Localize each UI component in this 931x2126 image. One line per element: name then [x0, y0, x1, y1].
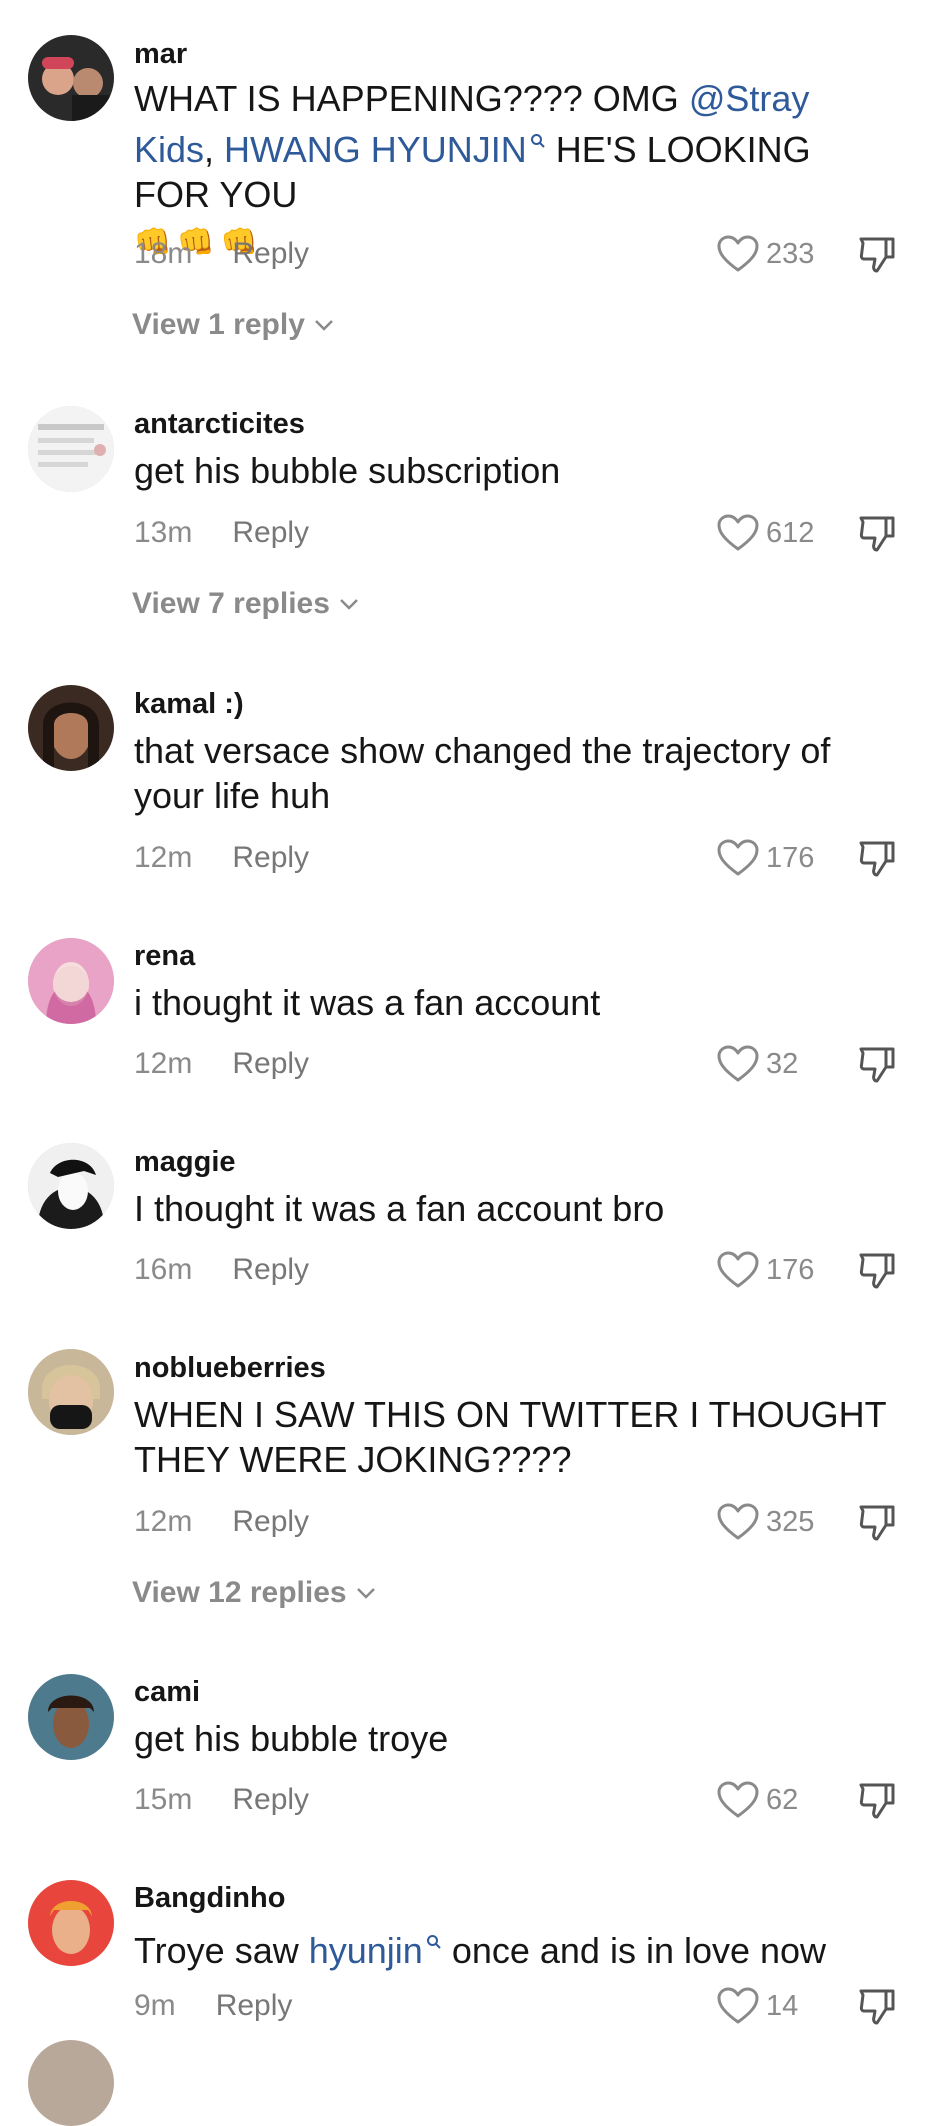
avatar[interactable]	[28, 685, 114, 771]
avatar[interactable]	[28, 1349, 114, 1435]
like-count: 612	[766, 516, 815, 549]
comment-meta: 13m Reply	[134, 513, 309, 553]
reply-button[interactable]: Reply	[216, 1989, 293, 2023]
text-segment: WHAT IS HAPPENING???? OMG	[134, 78, 689, 119]
like-button[interactable]: 233	[716, 234, 814, 274]
comment-time: 16m	[134, 1253, 193, 1286]
comment-username[interactable]: kamal :)	[134, 688, 244, 721]
comment-text: i thought it was a fan account	[134, 982, 601, 1023]
avatar[interactable]	[28, 1880, 114, 1966]
thumbs-down-outline-icon[interactable]	[856, 512, 898, 554]
heart-outline-icon	[717, 839, 759, 876]
comment-username[interactable]: rena	[134, 940, 195, 973]
comment-meta: 12m Reply	[134, 838, 309, 878]
view-replies-button[interactable]: View 1 reply	[132, 308, 335, 342]
search-icon[interactable]	[530, 133, 546, 153]
like-button[interactable]: 176	[716, 1250, 814, 1290]
like-count: 325	[766, 1505, 815, 1538]
comment-text: that versace show changed the trajectory…	[134, 730, 831, 816]
chevron-down-icon	[315, 320, 333, 331]
like-count: 62	[766, 1783, 799, 1816]
like-count: 176	[766, 841, 815, 874]
comment-meta: 15m Reply	[134, 1780, 309, 1820]
view-replies-button[interactable]: View 7 replies	[132, 587, 360, 621]
text-segment: once and is in love now	[441, 1930, 827, 1971]
thumbs-down-outline-icon[interactable]	[856, 233, 898, 275]
like-button[interactable]: 14	[716, 1986, 798, 2026]
heart-outline-icon	[717, 514, 759, 551]
text-segment: ,	[204, 129, 225, 170]
comment-text: Troye saw hyunjin once and is in love no…	[134, 1922, 894, 1973]
heart-outline-icon	[717, 1503, 759, 1540]
hashtag-link[interactable]: HWANG HYUNJIN	[224, 129, 527, 170]
like-button[interactable]: 32	[716, 1044, 798, 1084]
reply-button[interactable]: Reply	[232, 1783, 309, 1817]
view-replies-label: View 1 reply	[132, 308, 305, 341]
comment-username[interactable]: antarcticites	[134, 408, 305, 441]
reply-button[interactable]: Reply	[232, 1047, 309, 1081]
hashtag-link[interactable]: hyunjin	[309, 1930, 423, 1971]
comment-time: 12m	[134, 841, 193, 874]
comment-time: 13m	[134, 516, 193, 549]
like-count: 32	[766, 1047, 799, 1080]
comment-meta: 16m Reply	[134, 1250, 309, 1290]
reply-button[interactable]: Reply	[232, 1253, 309, 1287]
avatar[interactable]	[28, 406, 114, 492]
text-segment: Troye saw	[134, 1930, 309, 1971]
comment-time: 15m	[134, 1783, 193, 1816]
view-replies-label: View 12 replies	[132, 1576, 347, 1609]
heart-outline-icon	[717, 235, 759, 272]
view-replies-button[interactable]: View 12 replies	[132, 1576, 377, 1610]
comment-time: 12m	[134, 1047, 193, 1080]
comment-text: get his bubble troye	[134, 1718, 449, 1759]
like-button[interactable]: 325	[716, 1502, 814, 1542]
chevron-down-icon	[356, 1588, 375, 1599]
avatar[interactable]	[28, 1143, 114, 1229]
avatar[interactable]	[28, 2040, 114, 2126]
thumbs-down-outline-icon[interactable]	[856, 1043, 898, 1085]
avatar[interactable]	[28, 1674, 114, 1760]
comment-meta: 12m Reply	[134, 1502, 309, 1542]
search-icon[interactable]	[426, 1934, 442, 1954]
comment-time: 9m	[134, 1989, 176, 2022]
thumbs-down-outline-icon[interactable]	[856, 837, 898, 879]
thumbs-down-outline-icon[interactable]	[856, 1985, 898, 2027]
heart-outline-icon	[717, 1781, 759, 1818]
like-button[interactable]: 62	[716, 1780, 798, 1820]
chevron-down-icon	[340, 599, 358, 610]
reply-button[interactable]: Reply	[232, 841, 309, 875]
comment-time: 18m	[134, 237, 193, 270]
thumbs-down-outline-icon[interactable]	[856, 1249, 898, 1291]
like-button[interactable]: 612	[716, 513, 814, 553]
like-count: 176	[766, 1253, 815, 1286]
comment-meta: 9m Reply	[134, 1986, 292, 2026]
comment-meta: 12m Reply	[134, 1044, 309, 1084]
like-count: 233	[766, 237, 815, 270]
reply-button[interactable]: Reply	[232, 516, 309, 550]
comment-text: WHEN I SAW THIS ON TWITTER I THOUGHT THE…	[134, 1394, 887, 1480]
comment-meta: 18m Reply	[134, 234, 309, 274]
heart-outline-icon	[717, 1045, 759, 1082]
reply-button[interactable]: Reply	[232, 1505, 309, 1539]
comment-text: get his bubble subscription	[134, 450, 561, 491]
view-replies-label: View 7 replies	[132, 587, 330, 620]
reply-button[interactable]: Reply	[232, 237, 309, 271]
comment-username[interactable]: Bangdinho	[134, 1882, 285, 1915]
heart-outline-icon	[717, 1251, 759, 1288]
thumbs-down-outline-icon[interactable]	[856, 1501, 898, 1543]
heart-outline-icon	[717, 1987, 759, 2024]
comment-username[interactable]: mar	[134, 38, 187, 71]
avatar[interactable]	[28, 35, 114, 121]
like-count: 14	[766, 1989, 799, 2022]
comment-username[interactable]: noblueberries	[134, 1352, 326, 1385]
comment-username[interactable]: cami	[134, 1676, 200, 1709]
avatar[interactable]	[28, 938, 114, 1024]
like-button[interactable]: 176	[716, 838, 814, 878]
comment-time: 12m	[134, 1505, 193, 1538]
comment-text: I thought it was a fan account bro	[134, 1188, 665, 1229]
comment-username[interactable]: maggie	[134, 1146, 236, 1179]
thumbs-down-outline-icon[interactable]	[856, 1779, 898, 1821]
